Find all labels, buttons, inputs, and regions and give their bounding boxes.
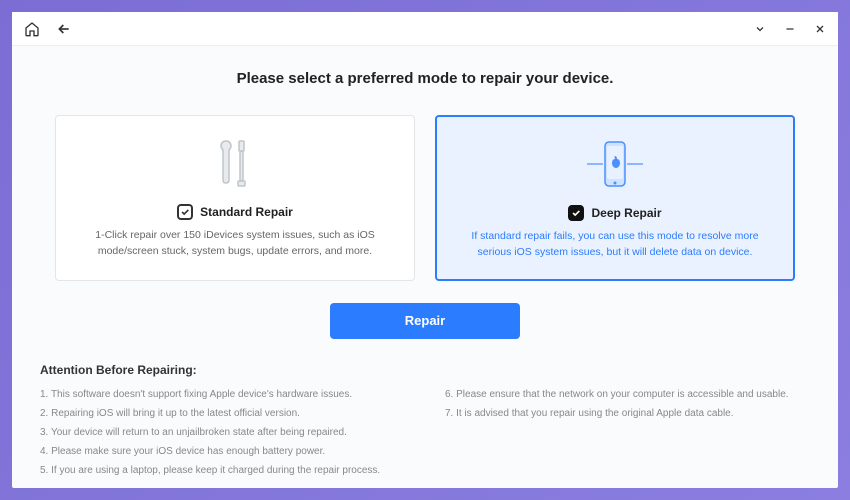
phone-repair-icon (457, 133, 773, 195)
attention-item: 5. If you are using a laptop, please kee… (40, 461, 405, 480)
attention-item: 7. It is advised that you repair using t… (445, 404, 810, 423)
wrench-screwdriver-icon (76, 132, 394, 194)
attention-item: 6. Please ensure that the network on you… (445, 385, 810, 404)
deep-repair-label: Deep Repair (591, 206, 661, 220)
attention-item: 4. Please make sure your iOS device has … (40, 442, 405, 461)
standard-repair-checkbox[interactable] (177, 204, 193, 220)
home-icon[interactable] (24, 21, 40, 37)
attention-item: 3. Your device will return to an unjailb… (40, 423, 405, 442)
attention-section: Attention Before Repairing: 1. This soft… (40, 363, 810, 480)
standard-repair-card[interactable]: Standard Repair 1-Click repair over 150 … (55, 115, 415, 281)
repair-button[interactable]: Repair (330, 303, 520, 339)
attention-item: 2. Repairing iOS will bring it up to the… (40, 404, 405, 423)
deep-repair-description: If standard repair fails, you can use th… (457, 229, 773, 261)
attention-item: 1. This software doesn't support fixing … (40, 385, 405, 404)
mode-cards: Standard Repair 1-Click repair over 150 … (40, 115, 810, 281)
back-icon[interactable] (56, 21, 72, 37)
page-title: Please select a preferred mode to repair… (40, 70, 810, 87)
minimize-icon[interactable] (784, 23, 796, 35)
deep-repair-checkbox[interactable] (568, 205, 584, 221)
attention-title: Attention Before Repairing: (40, 363, 810, 377)
content-area: Please select a preferred mode to repair… (12, 46, 838, 488)
close-icon[interactable] (814, 23, 826, 35)
chevron-down-icon[interactable] (754, 23, 766, 35)
standard-repair-label: Standard Repair (200, 205, 293, 219)
deep-repair-card[interactable]: Deep Repair If standard repair fails, yo… (435, 115, 795, 281)
titlebar (12, 12, 838, 46)
standard-repair-description: 1-Click repair over 150 iDevices system … (76, 228, 394, 260)
app-window: Please select a preferred mode to repair… (12, 12, 838, 488)
